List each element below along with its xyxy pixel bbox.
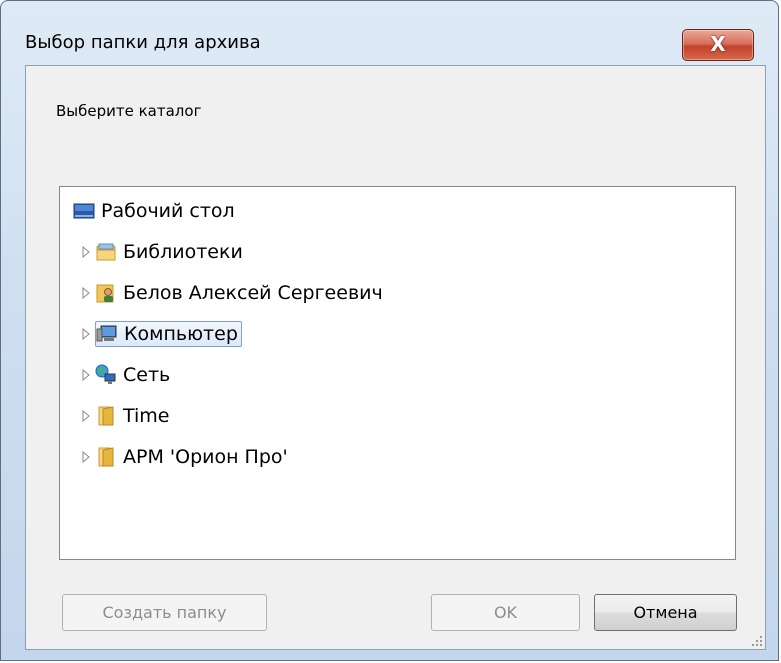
tree-item-user-folder[interactable]: Белов Алексей Сергеевич [79, 278, 383, 308]
selection-highlight: Компьютер [95, 321, 242, 347]
tree-item-label: Компьютер [124, 323, 238, 345]
tree-item-computer[interactable]: Компьютер [79, 319, 242, 349]
computer-icon [96, 325, 117, 342]
expand-arrow-icon[interactable] [79, 447, 93, 467]
libraries-icon [96, 243, 116, 261]
tree-item-label: Time [123, 405, 170, 427]
tree-item-arm-orion-pro[interactable]: АРМ 'Орион Про' [79, 442, 288, 472]
tree-item-label: Сеть [123, 364, 171, 386]
close-button[interactable]: X [682, 29, 754, 61]
window-title: Выбор папки для архива [25, 32, 261, 53]
tree-item-desktop[interactable]: Рабочий стол [73, 196, 235, 226]
folder-icon [98, 447, 114, 467]
dialog-body: Выберите каталог Рабочий стол Библиотеки… [25, 65, 766, 650]
close-icon: X [710, 32, 726, 56]
folder-tree[interactable]: Рабочий стол Библиотеки Белов Алексей Се… [59, 186, 736, 560]
new-folder-button[interactable]: Создать папку [62, 594, 267, 631]
tree-item-network[interactable]: Сеть [79, 360, 170, 390]
ok-button[interactable]: OK [431, 594, 580, 631]
ok-label: OK [493, 603, 518, 622]
expand-arrow-icon[interactable] [79, 365, 93, 385]
tree-item-time[interactable]: Time [79, 401, 170, 431]
desktop-icon [73, 203, 95, 219]
expand-arrow-icon[interactable] [79, 242, 93, 262]
new-folder-label: Создать папку [102, 603, 227, 622]
tree-item-label: Библиотеки [123, 241, 243, 263]
dialog-window: Выбор папки для архива X Выберите катало… [0, 0, 779, 661]
expand-arrow-icon[interactable] [79, 406, 93, 426]
tree-item-libraries[interactable]: Библиотеки [79, 237, 243, 267]
cancel-label: Отмена [633, 603, 698, 622]
resize-grip-icon[interactable] [751, 635, 763, 647]
user-folder-icon [96, 284, 114, 303]
expand-arrow-icon[interactable] [79, 283, 93, 303]
network-icon [95, 364, 116, 384]
folder-icon [98, 406, 114, 426]
tree-item-label: АРМ 'Орион Про' [123, 446, 288, 468]
tree-item-label: Рабочий стол [101, 200, 235, 222]
cancel-button[interactable]: Отмена [594, 594, 737, 631]
prompt-label: Выберите каталог [56, 102, 202, 120]
title-bar[interactable]: Выбор папки для архива X [1, 1, 778, 65]
expand-arrow-icon[interactable] [79, 324, 93, 344]
tree-item-label: Белов Алексей Сергеевич [123, 282, 383, 304]
